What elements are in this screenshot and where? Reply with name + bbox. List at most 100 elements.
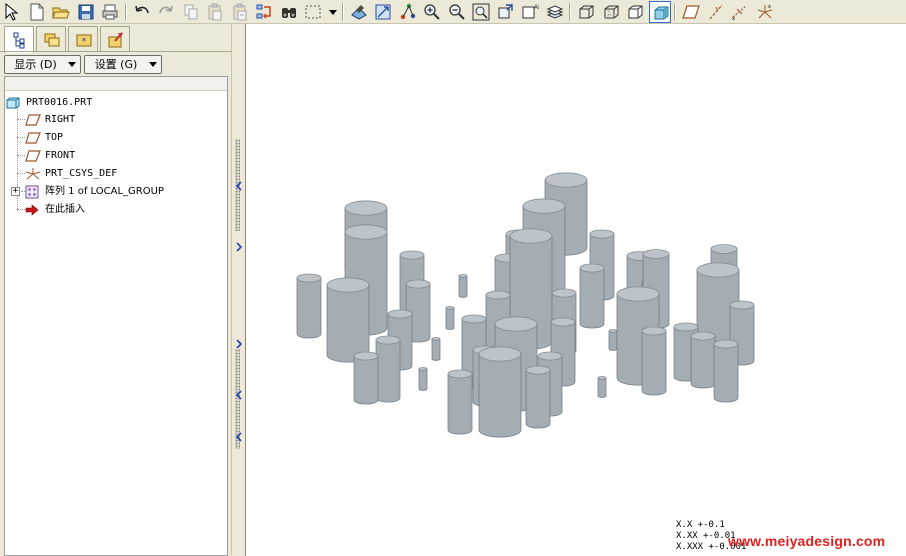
datum-axes-button[interactable] [705,1,727,23]
dropdown-arrow-button[interactable] [327,1,339,23]
undo-icon [134,5,149,14]
save-button[interactable] [75,1,97,23]
orient-button[interactable] [372,1,394,23]
tree-item-label: 阵列 1 of LOCAL_GROUP [45,186,164,197]
save-icon [78,4,93,20]
toolbar-separator [341,3,344,21]
datum-planes-icon [682,5,700,19]
expand-right-icon[interactable] [235,339,243,349]
cylinder-feature [690,331,716,389]
saved-views-icon: AB [522,4,539,19]
new-file-button[interactable] [26,1,48,23]
undo-button[interactable] [131,1,153,23]
tree-root-label: PRT0016.PRT [26,97,93,108]
find-button[interactable] [278,1,300,23]
datum-plane-icon [25,132,41,144]
show-button-label: 显示 (D) [14,58,57,71]
hidden-line-icon [604,5,618,19]
find-icon [281,8,296,18]
collapse-left-icon[interactable] [235,390,243,400]
model-scene [296,172,755,438]
wireframe-button[interactable] [575,1,597,23]
zoom-in-button[interactable] [421,1,443,23]
tree-item-right[interactable]: RIGHT [25,112,205,128]
shaded-icon [654,6,668,20]
datum-plane-icon [25,150,41,162]
cylinder-feature [525,365,551,429]
tree-item-top[interactable]: TOP [25,130,205,146]
tree-item-label: FRONT [45,150,76,161]
no-hidden-button[interactable] [624,1,646,23]
model-tree-icon [13,32,25,49]
tree-connector [17,173,25,174]
tab-folder-browser[interactable] [36,26,66,51]
no-hidden-icon [628,5,643,19]
panel-splitter[interactable] [231,24,246,556]
csys-button[interactable]: x [754,1,776,23]
tree-root-item[interactable]: PRT0016.PRT [6,95,206,111]
zoom-out-button[interactable] [446,1,468,23]
collapse-left-icon[interactable] [235,432,243,442]
repaint-button[interactable] [348,1,370,23]
paste-special-button[interactable] [229,1,251,23]
cylinder-feature [478,346,522,438]
cylinder-feature [447,369,473,435]
pin-feature [608,329,618,351]
pin-feature [418,367,428,391]
reorient-icon [498,4,513,19]
cylinder-feature [353,351,379,405]
favorites-icon: * [76,34,92,47]
select-box-button[interactable] [302,1,324,23]
collapse-left-icon[interactable] [235,181,243,191]
repaint-icon [350,5,367,20]
print-button[interactable] [99,1,121,23]
tree-item-front[interactable]: FRONT [25,148,205,164]
tree-item-insert-here[interactable]: 在此插入 [25,202,205,218]
chevron-down-icon [149,62,157,67]
tab-favorites[interactable]: * [68,26,98,51]
show-dropdown-button[interactable]: 显示 (D) [4,55,81,74]
cylinder-feature [296,273,322,339]
pointer-icon [5,3,19,21]
tree-connector [17,119,25,120]
datum-points-button[interactable]: x [729,1,751,23]
shaded-button[interactable] [648,1,671,23]
graphics-viewport[interactable]: X.X +-0.1 X.XX +-0.01 X.XXX +-0.001 www.… [246,24,906,556]
expand-plus-icon[interactable]: + [11,187,20,196]
tree-item-csys[interactable]: PRT_CSYS_DEF [25,166,205,182]
zoom-in-icon [424,4,440,20]
pointer-button[interactable] [1,1,23,23]
paste-icon [208,3,222,21]
paste-special-icon [233,3,246,21]
spin-center-button[interactable] [397,1,419,23]
hidden-line-button[interactable] [600,1,622,23]
layers-button[interactable] [544,1,566,23]
reorient-button[interactable] [495,1,517,23]
refit-button[interactable] [470,1,492,23]
regenerate-button[interactable] [253,1,275,23]
tab-connections[interactable] [100,26,130,51]
tree-connector [17,155,25,156]
cylinder-feature [326,277,370,363]
model-tree: PRT0016.PRT RIGHT TOP FRONT PRT_CSYS_DEF [4,76,228,556]
paste-button[interactable] [204,1,226,23]
pin-feature [445,306,455,330]
saved-views-button[interactable]: AB [519,1,541,23]
new-file-icon [30,3,43,21]
tree-item-label: 在此插入 [45,204,85,215]
svg-text:x: x [768,4,771,10]
tree-item-label: PRT_CSYS_DEF [45,168,118,179]
toolbar-separator [124,3,127,21]
open-folder-button[interactable] [50,1,72,23]
copy-button[interactable] [180,1,202,23]
zoom-out-icon [448,4,465,20]
svg-text:*: * [82,37,87,47]
tree-item-pattern[interactable]: + 阵列 1 of LOCAL_GROUP [11,184,211,200]
settings-dropdown-button[interactable]: 设置 (G) [84,55,162,74]
svg-text:AB: AB [534,4,539,11]
redo-button[interactable] [155,1,177,23]
tab-model-tree[interactable] [4,26,34,53]
expand-right-icon[interactable] [235,242,243,252]
datum-planes-button[interactable] [680,1,702,23]
part-geometry [296,172,755,438]
